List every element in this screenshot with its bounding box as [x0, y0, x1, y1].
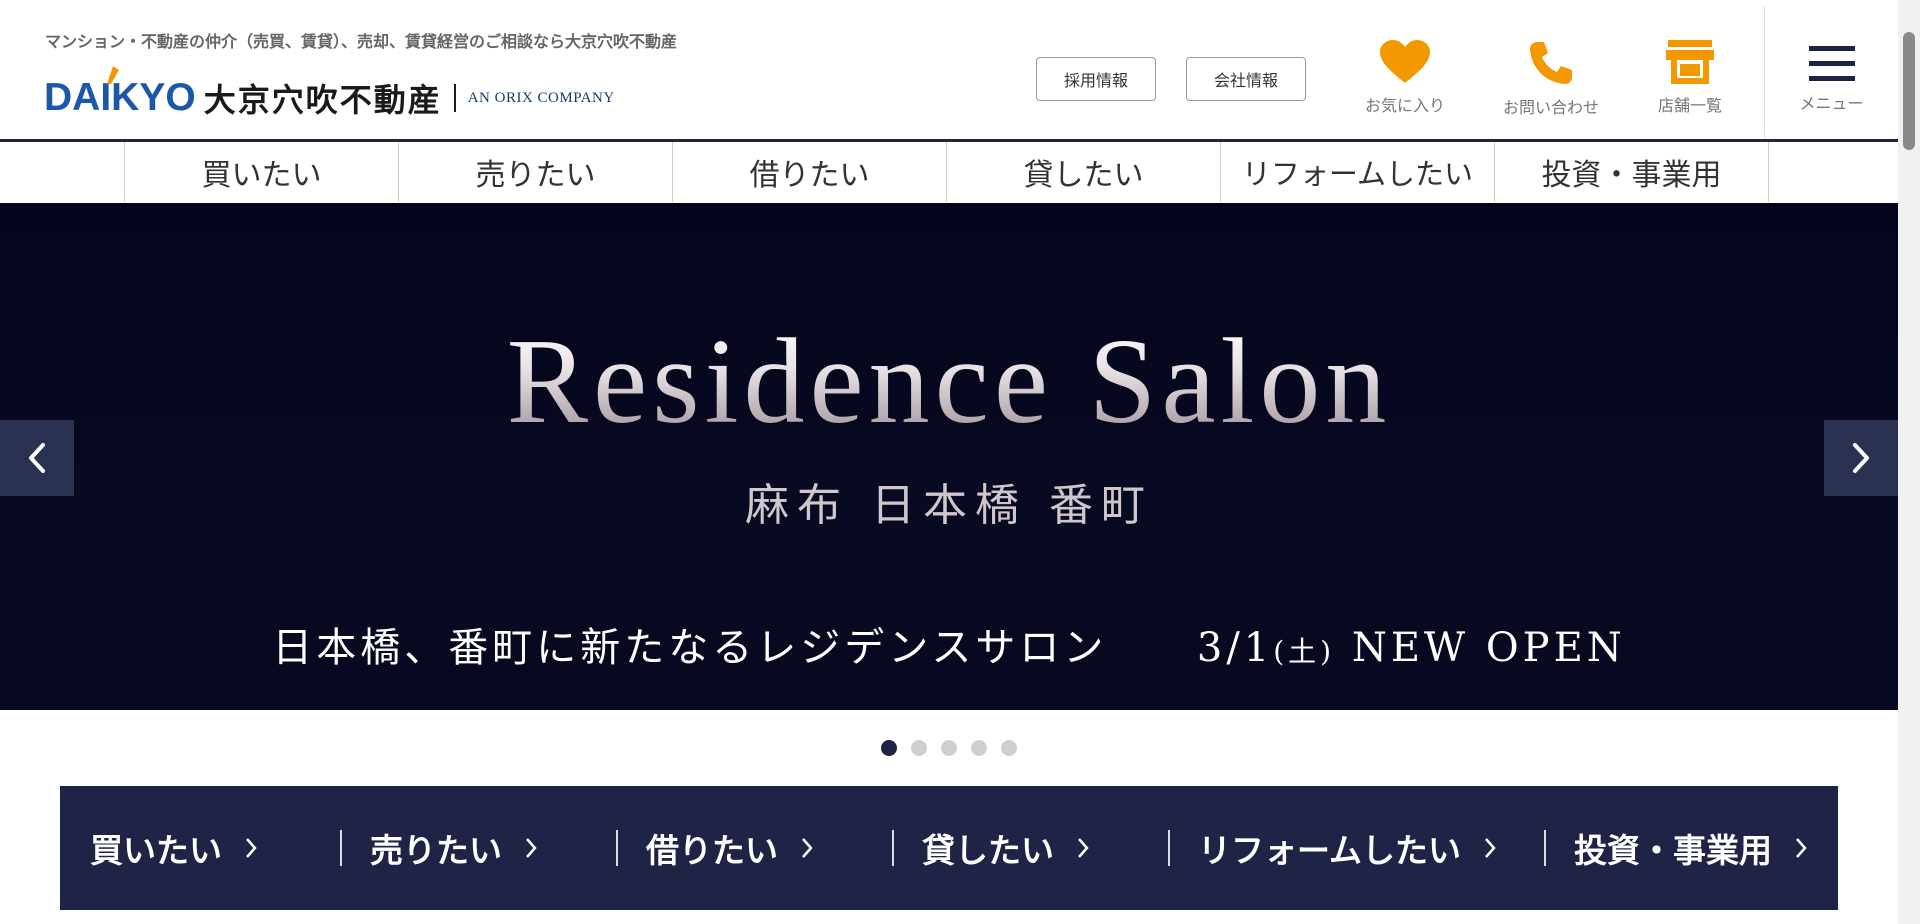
category-reform[interactable]: リフォームしたい	[1198, 786, 1544, 910]
category-buy[interactable]: 買いたい	[90, 786, 340, 910]
stores-button[interactable]: 店舗一覧	[1635, 40, 1745, 116]
hero-day: (土)	[1273, 635, 1336, 668]
slider-dot-4[interactable]	[971, 740, 987, 756]
site-tagline: マンション・不動産の仲介（売買、賃貸）、売却、賃貸経営のご相談なら大京穴吹不動産	[45, 32, 678, 51]
category-divider	[616, 830, 618, 866]
page-scrollbar[interactable]	[1898, 0, 1920, 924]
top-nav-sell[interactable]: 売りたい	[399, 142, 673, 202]
chevron-left-icon	[29, 443, 45, 473]
hamburger-icon	[1808, 46, 1855, 81]
top-nav: 買いたい 売りたい 借りたい 貸したい リフォームしたい 投資・事業用	[124, 142, 1769, 202]
chevron-right-icon	[1853, 443, 1869, 473]
contact-button[interactable]: お問い合わせ	[1496, 40, 1606, 118]
contact-label: お問い合わせ	[1502, 98, 1599, 117]
category-lease[interactable]: 貸したい	[922, 786, 1168, 910]
top-nav-lease[interactable]: 貸したい	[947, 142, 1221, 202]
category-divider	[892, 830, 894, 866]
recruit-button[interactable]: 採用情報	[1036, 57, 1156, 101]
logo-orix-text: AN ORIX COMPANY	[467, 89, 615, 106]
top-nav-rent[interactable]: 借りたい	[673, 142, 947, 202]
hero-announcement: 日本橋、番町に新たなるレジデンスサロン 3/1(土) NEW OPEN	[0, 615, 1898, 673]
slider-dot-2[interactable]	[911, 740, 927, 756]
scrollbar-thumb[interactable]	[1903, 32, 1915, 150]
logo-mark-icon	[107, 66, 119, 84]
favorites-button[interactable]: お気に入り	[1350, 40, 1460, 116]
menu-label: メニュー	[1799, 94, 1864, 113]
hero-title: Residence Salon	[0, 321, 1898, 443]
chevron-right-icon	[802, 838, 813, 858]
slider-dot-1[interactable]	[881, 740, 897, 756]
chevron-right-icon	[246, 838, 257, 858]
slider-dot-3[interactable]	[941, 740, 957, 756]
top-nav-reform[interactable]: リフォームしたい	[1221, 142, 1495, 202]
chevron-right-icon	[1078, 838, 1089, 858]
category-divider	[1544, 830, 1546, 866]
category-nav: 買いたい 売りたい 借りたい 貸したい リフォームしたい 投資・事業用	[60, 786, 1838, 910]
hero-open: NEW OPEN	[1351, 625, 1626, 671]
top-nav-buy[interactable]: 買いたい	[125, 142, 399, 202]
company-info-button[interactable]: 会社情報	[1186, 57, 1306, 101]
site-header: マンション・不動産の仲介（売買、賃貸）、売却、賃貸経営のご相談なら大京穴吹不動産…	[0, 6, 1898, 142]
hero-date: 3/1	[1196, 625, 1274, 671]
chevron-right-icon	[1796, 838, 1807, 858]
slider-dot-5[interactable]	[1001, 740, 1017, 756]
logo-divider	[453, 84, 456, 112]
heart-icon	[1380, 40, 1430, 83]
favorites-label: お気に入り	[1364, 96, 1445, 115]
top-nav-invest[interactable]: 投資・事業用	[1495, 142, 1769, 202]
hero-tagline: 日本橋、番町に新たなるレジデンスサロン	[272, 625, 1108, 671]
site-logo[interactable]: DAIKYO 大京穴吹不動産 AN ORIX COMPANY	[44, 66, 615, 128]
category-rent[interactable]: 借りたい	[646, 786, 892, 910]
slider-next-button[interactable]	[1824, 420, 1898, 496]
store-icon	[1666, 40, 1714, 84]
menu-button[interactable]: メニュー	[1764, 6, 1898, 139]
stores-label: 店舗一覧	[1657, 96, 1722, 115]
chevron-right-icon	[1485, 838, 1496, 858]
chevron-right-icon	[526, 838, 537, 858]
hero-subtitle: 麻布 日本橋 番町	[745, 480, 1153, 531]
category-divider	[340, 830, 342, 866]
logo-company-name: 大京穴吹不動産	[203, 81, 442, 119]
category-divider	[1168, 830, 1170, 866]
page: マンション・不動産の仲介（売買、賃貸）、売却、賃貸経営のご相談なら大京穴吹不動産…	[0, 0, 1898, 924]
category-sell[interactable]: 売りたい	[370, 786, 616, 910]
phone-icon	[1530, 42, 1572, 84]
category-invest[interactable]: 投資・事業用	[1574, 786, 1808, 910]
hero-slider[interactable]: Residence Salon 麻布 日本橋 番町 日本橋、番町に新たなるレジデ…	[0, 203, 1898, 710]
slider-prev-button[interactable]	[0, 420, 74, 496]
slider-dots	[881, 740, 1017, 756]
